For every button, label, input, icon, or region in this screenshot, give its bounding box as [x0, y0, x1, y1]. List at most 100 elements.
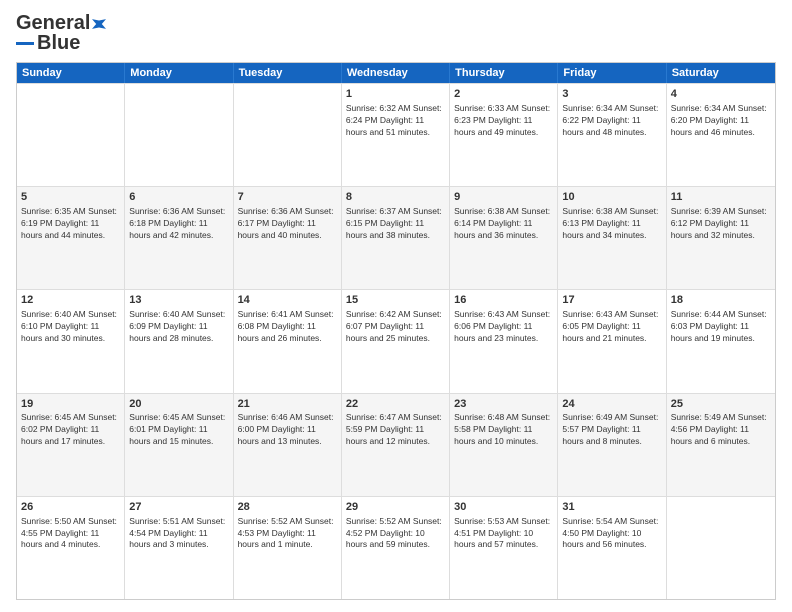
cell-info: Sunrise: 6:40 AM Sunset: 6:09 PM Dayligh…	[129, 309, 228, 345]
day-number: 28	[238, 500, 337, 515]
calendar-cell: 27Sunrise: 5:51 AM Sunset: 4:54 PM Dayli…	[125, 497, 233, 599]
cell-info: Sunrise: 6:38 AM Sunset: 6:13 PM Dayligh…	[562, 206, 661, 242]
calendar-cell: 24Sunrise: 6:49 AM Sunset: 5:57 PM Dayli…	[558, 394, 666, 496]
day-number: 1	[346, 87, 445, 102]
calendar-header: SundayMondayTuesdayWednesdayThursdayFrid…	[17, 63, 775, 83]
calendar-cell: 13Sunrise: 6:40 AM Sunset: 6:09 PM Dayli…	[125, 290, 233, 392]
calendar-row-4: 26Sunrise: 5:50 AM Sunset: 4:55 PM Dayli…	[17, 496, 775, 599]
calendar-cell: 6Sunrise: 6:36 AM Sunset: 6:18 PM Daylig…	[125, 187, 233, 289]
cell-info: Sunrise: 5:54 AM Sunset: 4:50 PM Dayligh…	[562, 516, 661, 552]
calendar: SundayMondayTuesdayWednesdayThursdayFrid…	[16, 62, 776, 600]
cell-info: Sunrise: 5:50 AM Sunset: 4:55 PM Dayligh…	[21, 516, 120, 552]
cell-info: Sunrise: 5:49 AM Sunset: 4:56 PM Dayligh…	[671, 412, 771, 448]
calendar-cell	[234, 84, 342, 186]
day-number: 24	[562, 397, 661, 412]
cell-info: Sunrise: 5:53 AM Sunset: 4:51 PM Dayligh…	[454, 516, 553, 552]
day-number: 30	[454, 500, 553, 515]
day-number: 15	[346, 293, 445, 308]
header-day-sunday: Sunday	[17, 63, 125, 83]
header-day-saturday: Saturday	[667, 63, 775, 83]
calendar-cell	[667, 497, 775, 599]
calendar-cell: 12Sunrise: 6:40 AM Sunset: 6:10 PM Dayli…	[17, 290, 125, 392]
cell-info: Sunrise: 6:48 AM Sunset: 5:58 PM Dayligh…	[454, 412, 553, 448]
header-day-wednesday: Wednesday	[342, 63, 450, 83]
calendar-cell: 16Sunrise: 6:43 AM Sunset: 6:06 PM Dayli…	[450, 290, 558, 392]
day-number: 23	[454, 397, 553, 412]
header-day-monday: Monday	[125, 63, 233, 83]
day-number: 12	[21, 293, 120, 308]
calendar-cell: 14Sunrise: 6:41 AM Sunset: 6:08 PM Dayli…	[234, 290, 342, 392]
calendar-cell: 4Sunrise: 6:34 AM Sunset: 6:20 PM Daylig…	[667, 84, 775, 186]
cell-info: Sunrise: 6:35 AM Sunset: 6:19 PM Dayligh…	[21, 206, 120, 242]
calendar-cell: 19Sunrise: 6:45 AM Sunset: 6:02 PM Dayli…	[17, 394, 125, 496]
calendar-cell: 1Sunrise: 6:32 AM Sunset: 6:24 PM Daylig…	[342, 84, 450, 186]
calendar-cell: 20Sunrise: 6:45 AM Sunset: 6:01 PM Dayli…	[125, 394, 233, 496]
calendar-cell: 21Sunrise: 6:46 AM Sunset: 6:00 PM Dayli…	[234, 394, 342, 496]
day-number: 2	[454, 87, 553, 102]
day-number: 10	[562, 190, 661, 205]
day-number: 26	[21, 500, 120, 515]
logo: General Blue	[16, 12, 106, 54]
cell-info: Sunrise: 6:42 AM Sunset: 6:07 PM Dayligh…	[346, 309, 445, 345]
logo-general: General	[16, 12, 90, 34]
header-day-tuesday: Tuesday	[234, 63, 342, 83]
header-day-friday: Friday	[558, 63, 666, 83]
day-number: 3	[562, 87, 661, 102]
cell-info: Sunrise: 6:36 AM Sunset: 6:17 PM Dayligh…	[238, 206, 337, 242]
calendar-row-2: 12Sunrise: 6:40 AM Sunset: 6:10 PM Dayli…	[17, 289, 775, 392]
cell-info: Sunrise: 5:52 AM Sunset: 4:52 PM Dayligh…	[346, 516, 445, 552]
day-number: 8	[346, 190, 445, 205]
calendar-cell	[17, 84, 125, 186]
calendar-cell: 18Sunrise: 6:44 AM Sunset: 6:03 PM Dayli…	[667, 290, 775, 392]
cell-info: Sunrise: 5:52 AM Sunset: 4:53 PM Dayligh…	[238, 516, 337, 552]
calendar-cell: 26Sunrise: 5:50 AM Sunset: 4:55 PM Dayli…	[17, 497, 125, 599]
day-number: 21	[238, 397, 337, 412]
cell-info: Sunrise: 6:43 AM Sunset: 6:05 PM Dayligh…	[562, 309, 661, 345]
day-number: 18	[671, 293, 771, 308]
day-number: 29	[346, 500, 445, 515]
calendar-cell: 17Sunrise: 6:43 AM Sunset: 6:05 PM Dayli…	[558, 290, 666, 392]
day-number: 17	[562, 293, 661, 308]
cell-info: Sunrise: 6:34 AM Sunset: 6:20 PM Dayligh…	[671, 103, 771, 139]
calendar-cell: 25Sunrise: 5:49 AM Sunset: 4:56 PM Dayli…	[667, 394, 775, 496]
day-number: 16	[454, 293, 553, 308]
calendar-cell: 28Sunrise: 5:52 AM Sunset: 4:53 PM Dayli…	[234, 497, 342, 599]
calendar-cell	[125, 84, 233, 186]
day-number: 22	[346, 397, 445, 412]
day-number: 31	[562, 500, 661, 515]
day-number: 14	[238, 293, 337, 308]
cell-info: Sunrise: 6:36 AM Sunset: 6:18 PM Dayligh…	[129, 206, 228, 242]
day-number: 4	[671, 87, 771, 102]
cell-info: Sunrise: 6:38 AM Sunset: 6:14 PM Dayligh…	[454, 206, 553, 242]
day-number: 7	[238, 190, 337, 205]
calendar-body: 1Sunrise: 6:32 AM Sunset: 6:24 PM Daylig…	[17, 83, 775, 599]
logo-blue: Blue	[37, 32, 80, 54]
logo-line	[16, 42, 34, 45]
cell-info: Sunrise: 6:45 AM Sunset: 6:02 PM Dayligh…	[21, 412, 120, 448]
calendar-cell: 29Sunrise: 5:52 AM Sunset: 4:52 PM Dayli…	[342, 497, 450, 599]
cell-info: Sunrise: 6:33 AM Sunset: 6:23 PM Dayligh…	[454, 103, 553, 139]
cell-info: Sunrise: 6:45 AM Sunset: 6:01 PM Dayligh…	[129, 412, 228, 448]
calendar-cell: 10Sunrise: 6:38 AM Sunset: 6:13 PM Dayli…	[558, 187, 666, 289]
logo-bird-icon	[92, 17, 106, 31]
cell-info: Sunrise: 5:51 AM Sunset: 4:54 PM Dayligh…	[129, 516, 228, 552]
page: General Blue SundayMondayTuesdayWednesda…	[0, 0, 792, 612]
calendar-row-3: 19Sunrise: 6:45 AM Sunset: 6:02 PM Dayli…	[17, 393, 775, 496]
calendar-cell: 30Sunrise: 5:53 AM Sunset: 4:51 PM Dayli…	[450, 497, 558, 599]
calendar-cell: 15Sunrise: 6:42 AM Sunset: 6:07 PM Dayli…	[342, 290, 450, 392]
cell-info: Sunrise: 6:46 AM Sunset: 6:00 PM Dayligh…	[238, 412, 337, 448]
cell-info: Sunrise: 6:43 AM Sunset: 6:06 PM Dayligh…	[454, 309, 553, 345]
cell-info: Sunrise: 6:37 AM Sunset: 6:15 PM Dayligh…	[346, 206, 445, 242]
calendar-cell: 5Sunrise: 6:35 AM Sunset: 6:19 PM Daylig…	[17, 187, 125, 289]
calendar-cell: 9Sunrise: 6:38 AM Sunset: 6:14 PM Daylig…	[450, 187, 558, 289]
calendar-cell: 8Sunrise: 6:37 AM Sunset: 6:15 PM Daylig…	[342, 187, 450, 289]
day-number: 6	[129, 190, 228, 205]
cell-info: Sunrise: 6:47 AM Sunset: 5:59 PM Dayligh…	[346, 412, 445, 448]
calendar-row-1: 5Sunrise: 6:35 AM Sunset: 6:19 PM Daylig…	[17, 186, 775, 289]
calendar-cell: 22Sunrise: 6:47 AM Sunset: 5:59 PM Dayli…	[342, 394, 450, 496]
day-number: 25	[671, 397, 771, 412]
logo-text: General	[16, 12, 106, 34]
calendar-cell: 23Sunrise: 6:48 AM Sunset: 5:58 PM Dayli…	[450, 394, 558, 496]
calendar-cell: 7Sunrise: 6:36 AM Sunset: 6:17 PM Daylig…	[234, 187, 342, 289]
calendar-cell: 11Sunrise: 6:39 AM Sunset: 6:12 PM Dayli…	[667, 187, 775, 289]
